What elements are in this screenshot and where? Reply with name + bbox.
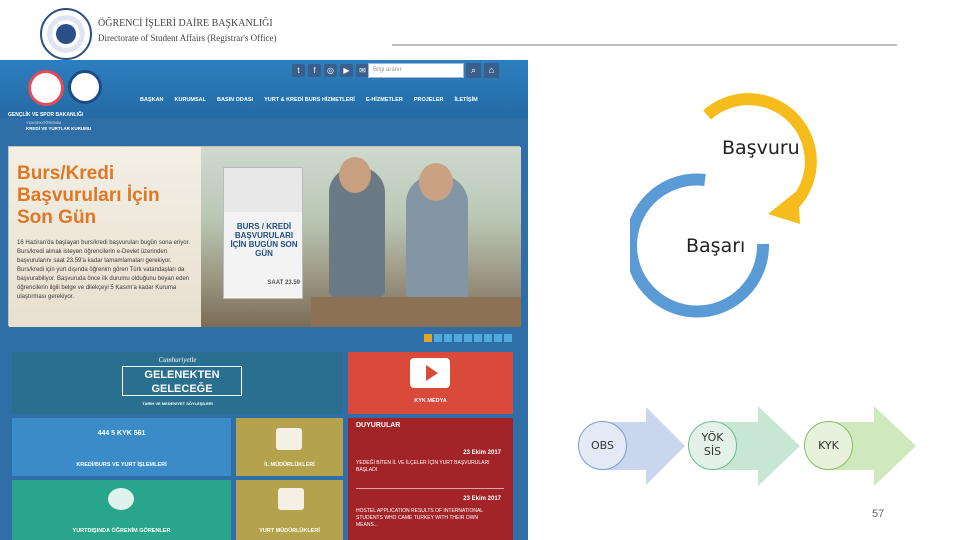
poster-text: BURS / KREDİ BAŞVURULARI İÇİN BUGÜN SON … xyxy=(230,222,298,258)
header-subtitle: Directorate of Student Affairs (Registra… xyxy=(98,33,277,43)
tile-yurt-mudurlukleri[interactable]: YURT MÜDÜRLÜKLERİ xyxy=(236,480,343,540)
carousel-dot[interactable] xyxy=(464,334,472,342)
page-number: 57 xyxy=(872,508,885,520)
youtube-icon[interactable]: ▶ xyxy=(340,64,353,77)
step-label-kyk: KYK xyxy=(818,439,839,452)
step-label-yok-sis: YÖK SİS xyxy=(701,431,724,458)
nav-item-e-hizmetler[interactable]: E-HİZMETLER xyxy=(366,94,403,106)
yurtdisi-label: YURTDIŞINDA ÖĞRENİM GÖRENLER xyxy=(72,528,171,534)
tile-kredi-burs[interactable]: 444 5 KYK 561 KREDİ/BURS VE YURT İŞLEMLE… xyxy=(12,418,231,476)
twitter-icon[interactable]: t xyxy=(292,64,305,77)
duyuru-date-1: 23 Ekim 2017 xyxy=(463,450,501,456)
yurtmud-label: YURT MÜDÜRLÜKLERİ xyxy=(259,528,320,534)
header-divider xyxy=(392,44,897,46)
carousel-dot[interactable] xyxy=(494,334,502,342)
duyuru-date-2: 23 Ekim 2017 xyxy=(463,496,501,502)
home-icon[interactable]: ⌂ xyxy=(484,63,499,78)
poster-time: SAAT 23.59 xyxy=(267,280,300,286)
building-icon xyxy=(276,428,302,450)
poster-logos xyxy=(224,168,302,212)
nav-item-projeler[interactable]: PROJELER xyxy=(414,94,444,106)
duyuru-divider xyxy=(356,488,504,489)
gelenek-main: GELENEKTEN GELECEĞE xyxy=(122,366,242,396)
ministry-logo-icon xyxy=(28,70,64,106)
il-label: İL MÜDÜRLÜKLERİ xyxy=(264,462,315,468)
carousel-dot[interactable] xyxy=(444,334,452,342)
step-label-obs: OBS xyxy=(591,439,614,452)
carousel-dot[interactable] xyxy=(454,334,462,342)
cycle-diagram xyxy=(630,93,817,318)
person-left-head xyxy=(339,157,371,193)
kyk-website-screenshot: GENÇLİK VE SPOR BAKANLIĞI YÜKSEKÖĞRENİM … xyxy=(0,60,528,540)
hero-title: Burs/Kredi Başvuruları İçin Son Gün xyxy=(17,163,160,228)
university-seal-icon xyxy=(40,8,92,60)
hero-body: 16 Haziran'da başlayan burs/kredi başvur… xyxy=(17,240,190,300)
carousel-dot[interactable] xyxy=(474,334,482,342)
header-title: ÖĞRENCİ İŞLERİ DAİRE BAŞKANLIĞI xyxy=(98,18,273,29)
carousel-dot[interactable] xyxy=(424,334,432,342)
cycle-label-basvuru: Başvuru xyxy=(722,137,800,159)
gelenek-sub: TARİH VE MEDENİYET SÖYLEŞİLERİ xyxy=(142,401,213,406)
duyurular-heading: DUYURULAR xyxy=(356,422,401,429)
nav-item-iletisim[interactable]: İLETİŞİM xyxy=(454,94,477,106)
cycle-label-basari: Başarı xyxy=(686,235,746,257)
globe-icon xyxy=(108,488,134,510)
facebook-icon[interactable]: f xyxy=(308,64,321,77)
search-icon[interactable]: ⌕ xyxy=(466,63,481,78)
carousel-dot[interactable] xyxy=(504,334,512,342)
kyk-medya-label: KYK MEDYA xyxy=(414,398,447,404)
tile-yurtdisi[interactable]: YURTDIŞINDA ÖĞRENİM GÖRENLER xyxy=(12,480,231,540)
website-org-line1: GENÇLİK VE SPOR BAKANLIĞI xyxy=(8,112,84,118)
carousel-dot[interactable] xyxy=(434,334,442,342)
gelenek-script: Cumhuriyetle xyxy=(158,356,197,364)
play-icon xyxy=(426,365,438,381)
hero-text-panel: Burs/Kredi Başvuruları İçin Son Gün 16 H… xyxy=(9,147,201,327)
website-org-line3: KREDİ VE YURTLAR KURUMU xyxy=(26,126,92,131)
wooden-table xyxy=(311,297,521,327)
website-nav: BAŞKAN KURUMSAL BASIN ODASI YURT & KREDİ… xyxy=(140,94,478,106)
tile-duyurular[interactable]: DUYURULAR 23 Ekim 2017 YEDEĞİ BİTEN İL V… xyxy=(348,418,513,540)
hero-poster: BURS / KREDİ BAŞVURULARI İÇİN BUGÜN SON … xyxy=(223,167,303,299)
nav-item-baskan[interactable]: BAŞKAN xyxy=(140,94,164,106)
carousel-dots xyxy=(424,334,512,342)
tile-il-mudurlukleri[interactable]: İL MÜDÜRLÜKLERİ xyxy=(236,418,343,476)
nav-item-basin-odasi[interactable]: BASIN ODASI xyxy=(217,94,253,106)
instagram-icon[interactable]: ◎ xyxy=(324,64,337,77)
dormitory-icon xyxy=(278,488,304,510)
tile-gelenekten-gelecege[interactable]: Cumhuriyetle GELENEKTEN GELECEĞE TARİH V… xyxy=(12,352,343,414)
kredi-label: KREDİ/BURS VE YURT İŞLEMLERİ xyxy=(76,462,167,468)
hero-photo: BURS / KREDİ BAŞVURULARI İÇİN BUGÜN SON … xyxy=(201,147,521,327)
nav-item-kurumsal[interactable]: KURUMSAL xyxy=(175,94,206,106)
website-search-input[interactable]: Bilgi aranır xyxy=(368,63,464,78)
tile-kyk-medya[interactable]: KYK MEDYA xyxy=(348,352,513,414)
hero-banner[interactable]: Burs/Kredi Başvuruları İçin Son Gün 16 H… xyxy=(8,146,521,327)
person-right-head xyxy=(419,163,453,201)
process-diagram xyxy=(600,406,916,486)
duyuru-text-2[interactable]: HOSTEL APPLICATION RESULTS OF INTERNATIO… xyxy=(356,508,496,529)
carousel-dot[interactable] xyxy=(484,334,492,342)
duyuru-text-1[interactable]: YEDEĞİ BİTEN İL VE İLÇELER İÇİN YURT BAŞ… xyxy=(356,460,496,474)
nav-item-yurt-kredi[interactable]: YURT & KREDİ BURS HİZMETLERİ xyxy=(264,94,355,106)
kredi-phone: 444 5 KYK 561 xyxy=(97,430,146,437)
cycle-arrow-head xyxy=(768,190,800,224)
website-org-line2: YÜKSEKÖĞRENİM xyxy=(26,120,62,125)
kyk-logo-icon xyxy=(68,70,102,104)
